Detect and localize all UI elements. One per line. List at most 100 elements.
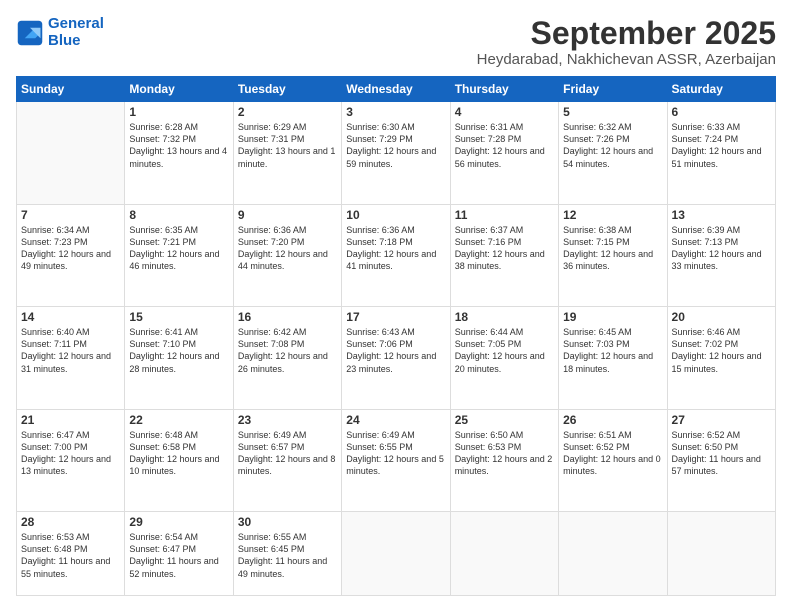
day-info: Sunrise: 6:46 AMSunset: 7:02 PMDaylight:… bbox=[672, 326, 771, 375]
day-info: Sunrise: 6:36 AMSunset: 7:18 PMDaylight:… bbox=[346, 224, 445, 273]
header: General Blue September 2025 Heydarabad, … bbox=[16, 16, 776, 68]
day-info: Sunrise: 6:31 AMSunset: 7:28 PMDaylight:… bbox=[455, 121, 554, 170]
day-info: Sunrise: 6:52 AMSunset: 6:50 PMDaylight:… bbox=[672, 429, 771, 478]
day-number: 22 bbox=[129, 413, 228, 427]
table-row: 25 Sunrise: 6:50 AMSunset: 6:53 PMDayligh… bbox=[450, 409, 558, 511]
page: General Blue September 2025 Heydarabad, … bbox=[0, 0, 792, 612]
calendar-week-row: 1 Sunrise: 6:28 AMSunset: 7:32 PMDaylight… bbox=[17, 102, 776, 204]
table-row: 23 Sunrise: 6:49 AMSunset: 6:57 PMDayligh… bbox=[233, 409, 341, 511]
day-info: Sunrise: 6:54 AMSunset: 6:47 PMDaylight:… bbox=[129, 531, 228, 580]
header-thursday: Thursday bbox=[450, 77, 558, 102]
day-info: Sunrise: 6:39 AMSunset: 7:13 PMDaylight:… bbox=[672, 224, 771, 273]
table-row: 7Sunrise: 6:34 AMSunset: 7:23 PMDaylight… bbox=[17, 204, 125, 306]
header-saturday: Saturday bbox=[667, 77, 775, 102]
location-subtitle: Heydarabad, Nakhichevan ASSR, Azerbaijan bbox=[477, 51, 776, 68]
day-number: 26 bbox=[563, 413, 662, 427]
day-info: Sunrise: 6:55 AMSunset: 6:45 PMDaylight:… bbox=[238, 531, 337, 580]
day-number: 28 bbox=[21, 515, 120, 529]
day-info: Sunrise: 6:33 AMSunset: 7:24 PMDaylight:… bbox=[672, 121, 771, 170]
table-row: 11Sunrise: 6:37 AMSunset: 7:16 PMDayligh… bbox=[450, 204, 558, 306]
day-info: Sunrise: 6:43 AMSunset: 7:06 PMDaylight:… bbox=[346, 326, 445, 375]
day-info: Sunrise: 6:50 AMSunset: 6:53 PMDaylight:… bbox=[455, 429, 554, 478]
day-info: Sunrise: 6:49 AMSunset: 6:57 PMDaylight:… bbox=[238, 429, 337, 478]
day-info: Sunrise: 6:28 AMSunset: 7:32 PMDaylight:… bbox=[129, 121, 228, 170]
table-row: 8Sunrise: 6:35 AMSunset: 7:21 PMDaylight… bbox=[125, 204, 233, 306]
title-area: September 2025 Heydarabad, Nakhichevan A… bbox=[477, 16, 776, 68]
table-row: 4 Sunrise: 6:31 AMSunset: 7:28 PMDaylight… bbox=[450, 102, 558, 204]
day-number: 7 bbox=[21, 208, 120, 222]
table-row bbox=[667, 512, 775, 596]
day-info: Sunrise: 6:53 AMSunset: 6:48 PMDaylight:… bbox=[21, 531, 120, 580]
day-info: Sunrise: 6:48 AMSunset: 6:58 PMDaylight:… bbox=[129, 429, 228, 478]
table-row: 30 Sunrise: 6:55 AMSunset: 6:45 PMDayligh… bbox=[233, 512, 341, 596]
day-number: 6 bbox=[672, 105, 771, 119]
table-row: 13 Sunrise: 6:39 AMSunset: 7:13 PMDayligh… bbox=[667, 204, 775, 306]
day-number: 23 bbox=[238, 413, 337, 427]
table-row: 28 Sunrise: 6:53 AMSunset: 6:48 PMDayligh… bbox=[17, 512, 125, 596]
table-row: 15Sunrise: 6:41 AMSunset: 7:10 PMDayligh… bbox=[125, 307, 233, 409]
day-number: 4 bbox=[455, 105, 554, 119]
day-number: 9 bbox=[238, 208, 337, 222]
logo-general: General bbox=[48, 15, 104, 32]
table-row: 10 Sunrise: 6:36 AMSunset: 7:18 PMDayligh… bbox=[342, 204, 450, 306]
day-number: 17 bbox=[346, 310, 445, 324]
table-row: 22 Sunrise: 6:48 AMSunset: 6:58 PMDayligh… bbox=[125, 409, 233, 511]
day-info: Sunrise: 6:29 AMSunset: 7:31 PMDaylight:… bbox=[238, 121, 337, 170]
header-friday: Friday bbox=[559, 77, 667, 102]
table-row: 27 Sunrise: 6:52 AMSunset: 6:50 PMDayligh… bbox=[667, 409, 775, 511]
day-info: Sunrise: 6:36 AMSunset: 7:20 PMDaylight:… bbox=[238, 224, 337, 273]
day-number: 24 bbox=[346, 413, 445, 427]
day-number: 18 bbox=[455, 310, 554, 324]
calendar-week-row: 14 Sunrise: 6:40 AMSunset: 7:11 PMDayligh… bbox=[17, 307, 776, 409]
table-row: 3Sunrise: 6:30 AMSunset: 7:29 PMDaylight… bbox=[342, 102, 450, 204]
day-number: 15 bbox=[129, 310, 228, 324]
day-number: 13 bbox=[672, 208, 771, 222]
table-row: 21 Sunrise: 6:47 AMSunset: 7:00 PMDayligh… bbox=[17, 409, 125, 511]
header-wednesday: Wednesday bbox=[342, 77, 450, 102]
table-row: 24 Sunrise: 6:49 AMSunset: 6:55 PMDayligh… bbox=[342, 409, 450, 511]
day-info: Sunrise: 6:45 AMSunset: 7:03 PMDaylight:… bbox=[563, 326, 662, 375]
table-row: 14 Sunrise: 6:40 AMSunset: 7:11 PMDayligh… bbox=[17, 307, 125, 409]
day-info: Sunrise: 6:44 AMSunset: 7:05 PMDaylight:… bbox=[455, 326, 554, 375]
day-number: 25 bbox=[455, 413, 554, 427]
table-row: 1 Sunrise: 6:28 AMSunset: 7:32 PMDaylight… bbox=[125, 102, 233, 204]
day-number: 19 bbox=[563, 310, 662, 324]
calendar-week-row: 21 Sunrise: 6:47 AMSunset: 7:00 PMDayligh… bbox=[17, 409, 776, 511]
day-number: 10 bbox=[346, 208, 445, 222]
table-row: 20Sunrise: 6:46 AMSunset: 7:02 PMDayligh… bbox=[667, 307, 775, 409]
day-info: Sunrise: 6:42 AMSunset: 7:08 PMDaylight:… bbox=[238, 326, 337, 375]
table-row: 19 Sunrise: 6:45 AMSunset: 7:03 PMDayligh… bbox=[559, 307, 667, 409]
table-row: 12Sunrise: 6:38 AMSunset: 7:15 PMDayligh… bbox=[559, 204, 667, 306]
table-row: 29 Sunrise: 6:54 AMSunset: 6:47 PMDayligh… bbox=[125, 512, 233, 596]
day-number: 2 bbox=[238, 105, 337, 119]
day-number: 14 bbox=[21, 310, 120, 324]
day-number: 16 bbox=[238, 310, 337, 324]
table-row: 17 Sunrise: 6:43 AMSunset: 7:06 PMDayligh… bbox=[342, 307, 450, 409]
day-number: 12 bbox=[563, 208, 662, 222]
calendar-week-row: 28 Sunrise: 6:53 AMSunset: 6:48 PMDayligh… bbox=[17, 512, 776, 596]
day-number: 1 bbox=[129, 105, 228, 119]
day-info: Sunrise: 6:32 AMSunset: 7:26 PMDaylight:… bbox=[563, 121, 662, 170]
logo: General Blue bbox=[16, 16, 104, 49]
table-row: 5 Sunrise: 6:32 AMSunset: 7:26 PMDaylight… bbox=[559, 102, 667, 204]
logo-icon bbox=[16, 19, 44, 47]
table-row: 16 Sunrise: 6:42 AMSunset: 7:08 PMDayligh… bbox=[233, 307, 341, 409]
table-row: 6 Sunrise: 6:33 AMSunset: 7:24 PMDaylight… bbox=[667, 102, 775, 204]
day-number: 27 bbox=[672, 413, 771, 427]
day-number: 5 bbox=[563, 105, 662, 119]
table-row bbox=[17, 102, 125, 204]
day-number: 30 bbox=[238, 515, 337, 529]
day-number: 29 bbox=[129, 515, 228, 529]
day-info: Sunrise: 6:49 AMSunset: 6:55 PMDaylight:… bbox=[346, 429, 445, 478]
day-info: Sunrise: 6:47 AMSunset: 7:00 PMDaylight:… bbox=[21, 429, 120, 478]
day-number: 21 bbox=[21, 413, 120, 427]
day-info: Sunrise: 6:35 AMSunset: 7:21 PMDaylight:… bbox=[129, 224, 228, 273]
month-year-title: September 2025 bbox=[477, 16, 776, 51]
table-row: 9 Sunrise: 6:36 AMSunset: 7:20 PMDaylight… bbox=[233, 204, 341, 306]
day-number: 3 bbox=[346, 105, 445, 119]
calendar-header-row: Sunday Monday Tuesday Wednesday Thursday… bbox=[17, 77, 776, 102]
calendar-week-row: 7Sunrise: 6:34 AMSunset: 7:23 PMDaylight… bbox=[17, 204, 776, 306]
day-number: 11 bbox=[455, 208, 554, 222]
day-info: Sunrise: 6:40 AMSunset: 7:11 PMDaylight:… bbox=[21, 326, 120, 375]
header-sunday: Sunday bbox=[17, 77, 125, 102]
